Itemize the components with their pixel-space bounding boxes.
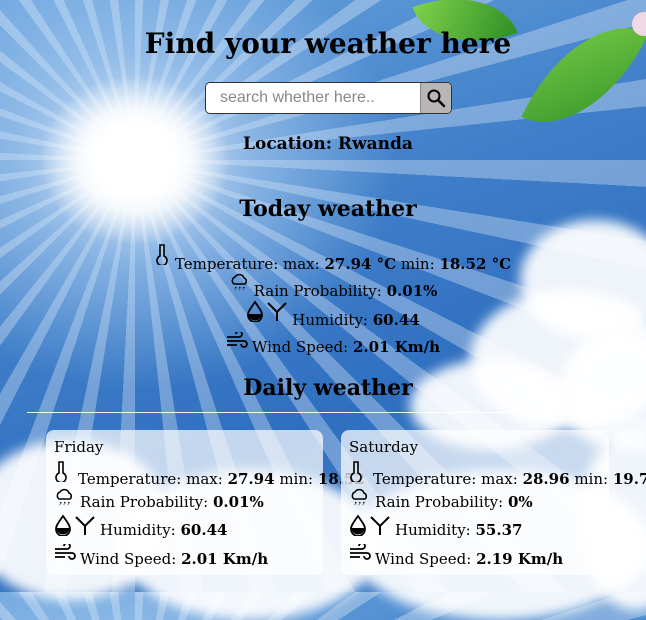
day-temperature-min-label: min: <box>279 470 314 488</box>
weather-page: Find your weather here Location: Rwanda … <box>0 0 646 592</box>
day-rain: Rain Probability: 0.01% <box>54 487 264 511</box>
page-title: Find your weather here <box>144 27 512 60</box>
day-temperature-label: Temperature: max: <box>78 470 223 488</box>
today-temperature-max: 27.94 °C <box>324 255 397 273</box>
day-temperature: Temperature: max: 28.96 min: 19.7 <box>349 460 646 488</box>
location-value: Rwanda <box>337 134 413 154</box>
search-input[interactable] <box>206 83 420 113</box>
today-rain-label: Rain Probability: <box>253 282 382 300</box>
today-wind-value: 2.01 Km/h <box>353 338 441 356</box>
wind-icon <box>226 330 248 348</box>
rain-cloud-icon <box>231 273 247 291</box>
day-temperature: Temperature: max: 27.94 min: 18.52 <box>54 460 365 488</box>
day-temperature-label: Temperature: max: <box>373 470 518 488</box>
day-rain-label: Rain Probability: <box>80 493 209 511</box>
day-temperature-min-label: min: <box>574 470 609 488</box>
location-label: Location: <box>243 134 332 154</box>
day-humidity-label: Humidity: <box>100 521 176 539</box>
day-name: Friday <box>54 438 104 456</box>
rain-cloud-icon <box>351 488 368 506</box>
rain-cloud-icon <box>56 488 73 506</box>
day-humidity: Humidity: 55.37 <box>349 514 522 539</box>
day-wind-label: Wind Speed: <box>375 550 472 568</box>
today-humidity: Humidity: 60.44 <box>0 300 646 329</box>
search-icon <box>427 89 446 108</box>
day-rain: Rain Probability: 0% <box>349 487 533 511</box>
today-humidity-label: Humidity: <box>292 311 368 329</box>
today-humidity-value: 60.44 <box>372 311 420 329</box>
day-wind: Wind Speed: 2.01 Km/h <box>54 542 269 568</box>
today-wind-label: Wind Speed: <box>251 338 349 356</box>
day-card-saturday: Saturday Temperature: max: 28.96 min: 19… <box>341 430 646 575</box>
today-heading: Today weather <box>239 196 417 222</box>
humidity-drop-icon <box>247 300 287 323</box>
thermometer-icon <box>350 461 362 484</box>
today-temperature-min: 18.52 °C <box>439 255 512 273</box>
today-rain-value: 0.01% <box>386 282 438 300</box>
search-bar <box>205 82 452 114</box>
day-humidity-value: 60.44 <box>180 521 228 539</box>
day-humidity-label: Humidity: <box>395 521 471 539</box>
day-temperature-max: 27.94 <box>227 470 275 488</box>
day-wind-value: 2.19 Km/h <box>476 550 564 568</box>
thermometer-icon <box>156 244 168 267</box>
day-temperature-min: 19.7 <box>612 470 646 488</box>
today-temperature-label: Temperature: max: <box>174 255 320 273</box>
today-temperature-min-label: min: <box>400 255 435 273</box>
search-button[interactable] <box>420 83 451 113</box>
today-rain: Rain Probability: 0.01% <box>0 272 646 300</box>
today-temperature: Temperature: max: 27.94 °C min: 18.52 °C <box>0 243 646 273</box>
day-name: Saturday <box>349 438 419 456</box>
today-wind: Wind Speed: 2.01 Km/h <box>0 330 646 356</box>
wind-icon <box>350 542 371 560</box>
day-wind-value: 2.01 Km/h <box>181 550 269 568</box>
day-rain-value: 0.01% <box>212 493 264 511</box>
thermometer-icon <box>55 461 67 484</box>
humidity-drop-icon <box>350 514 390 537</box>
wind-icon <box>55 542 76 560</box>
day-humidity-value: 55.37 <box>475 521 523 539</box>
day-rain-value: 0% <box>507 493 533 511</box>
day-wind-label: Wind Speed: <box>80 550 177 568</box>
day-rain-label: Rain Probability: <box>375 493 504 511</box>
daily-heading: Daily weather <box>243 375 413 401</box>
location-text: Location: Rwanda <box>0 134 646 154</box>
day-humidity: Humidity: 60.44 <box>54 514 227 539</box>
day-temperature-max: 28.96 <box>522 470 570 488</box>
divider <box>27 412 631 413</box>
day-wind: Wind Speed: 2.19 Km/h <box>349 542 564 568</box>
day-card-friday: Friday Temperature: max: 27.94 min: 18.5… <box>46 430 365 575</box>
humidity-drop-icon <box>55 514 95 537</box>
